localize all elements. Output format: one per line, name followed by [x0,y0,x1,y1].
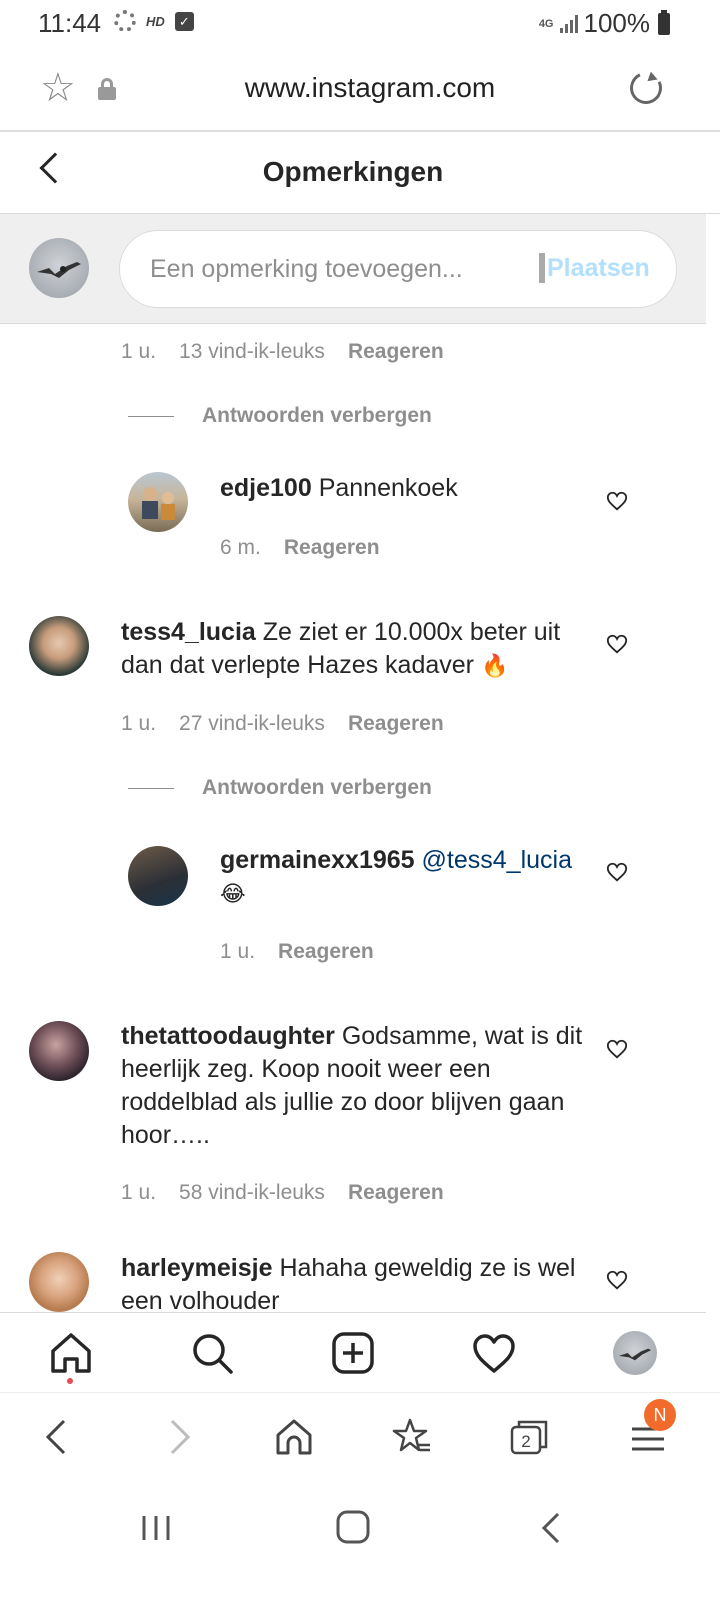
profile-avatar[interactable] [613,1331,657,1375]
battery-percentage: 100% [583,8,651,38]
user-avatar[interactable] [29,1021,89,1081]
comment-username[interactable]: thetattoodaughter [121,1022,335,1050]
like-heart-icon[interactable] [606,633,628,655]
user-avatar[interactable] [29,616,89,676]
network-icon: 4G [538,17,554,30]
reply-meta: 6 m. Reageren [220,536,380,560]
user-avatar[interactable] [128,472,188,532]
reply-time: 1 u. [220,940,256,963]
like-heart-icon[interactable] [606,861,628,883]
comment-time: 1 u. [121,712,157,735]
home-icon[interactable] [49,1331,93,1375]
text-cursor [539,253,545,283]
post-comment-button[interactable]: Plaatsen [547,254,650,283]
reply-button[interactable]: Reageren [348,712,444,736]
status-bar: 11:44 HD ✓ 4G 100% [0,0,720,46]
tabs-count: 2 [521,1432,530,1451]
hide-replies-label[interactable]: Antwoorden verbergen [202,776,432,800]
new-post-icon[interactable] [331,1331,375,1375]
url-field[interactable]: www.instagram.com [0,72,720,104]
hd-icon: HD [146,13,165,29]
reply-time: 6 m. [220,536,261,559]
sync-icon [114,10,136,32]
activity-heart-icon[interactable] [472,1331,516,1375]
comment-likes[interactable]: 13 vind-ik-leuks [179,340,325,364]
like-heart-icon[interactable] [606,490,628,512]
comment-input[interactable]: Een opmerking toevoegen... Plaatsen [119,230,677,308]
instagram-bottom-nav [0,1312,706,1392]
recent-apps-icon[interactable] [138,1510,174,1546]
hide-replies-button[interactable]: Antwoorden verbergen [128,404,432,428]
comment-input-row: Een opmerking toevoegen... Plaatsen [0,214,706,324]
hide-replies-label[interactable]: Antwoorden verbergen [202,404,432,428]
comment-username[interactable]: tess4_lucia [121,618,256,646]
browser-home-icon[interactable] [274,1417,314,1457]
search-icon[interactable] [190,1331,234,1375]
signal-icon [559,14,578,33]
browser-url-bar: ☆ www.instagram.com [0,46,720,132]
tabs-icon[interactable]: 2 [509,1417,549,1457]
hide-replies-button[interactable]: Antwoorden verbergen [128,776,432,800]
like-heart-icon[interactable] [606,1038,628,1060]
reply-text: germainexx1965 @tess4_lucia 😂 [220,844,590,911]
reply-username[interactable]: germainexx1965 [220,846,415,874]
reply-username[interactable]: edje100 [220,474,312,502]
comment-text: tess4_lucia Ze ziet er 10.000x beter uit… [121,616,591,683]
browser-toolbar: 2 N [0,1392,720,1482]
comment-time: 1 u. [121,1181,157,1204]
browser-forward-icon[interactable] [158,1417,198,1457]
like-heart-icon[interactable] [606,1269,628,1291]
comment-input-placeholder[interactable]: Een opmerking toevoegen... [150,255,463,284]
comment-meta: 1 u. 27 vind-ik-leuks Reageren [121,712,444,736]
battery-icon [658,9,670,35]
reply-button[interactable]: Reageren [284,536,380,560]
page-title: Opmerkingen [262,156,444,187]
comments-header: Opmerkingen [0,132,720,214]
reply-text: edje100 Pannenkoek [220,472,580,505]
laughing-emoji: 😂 [220,882,246,907]
menu-notification-badge: N [644,1399,676,1431]
reply-body: Pannenkoek [318,474,458,502]
comments-list[interactable]: 1 u. 13 vind-ik-leuks Reageren Antwoorde… [0,324,706,1312]
user-avatar[interactable] [29,1252,89,1312]
status-time: 11:44 [38,8,102,38]
comment-likes[interactable]: 27 vind-ik-leuks [179,712,325,736]
user-avatar[interactable] [128,846,188,906]
comment-text: thetattoodaughter Godsamme, wat is dit h… [121,1020,591,1152]
comment-meta: 1 u. 58 vind-ik-leuks Reageren [121,1181,444,1205]
fire-emoji: 🔥 [480,654,509,679]
comment-username[interactable]: harleymeisje [121,1254,273,1282]
current-user-avatar [29,238,89,298]
home-notification-dot [67,1378,73,1384]
checkbox-notification-icon: ✓ [174,11,194,31]
reply-meta: 1 u. Reageren [220,940,374,964]
bookmarks-icon[interactable] [392,1417,432,1457]
system-back-icon[interactable] [534,1510,570,1546]
comment-likes[interactable]: 58 vind-ik-leuks [179,1181,325,1205]
mention-link[interactable]: @tess4_lucia [422,846,572,874]
reply-button[interactable]: Reageren [348,340,444,364]
system-home-icon[interactable] [334,1508,372,1546]
comment-time: 1 u. [121,340,157,363]
browser-back-icon[interactable] [38,1417,78,1457]
comment-meta: 1 u. 13 vind-ik-leuks Reageren [121,340,444,364]
reply-button[interactable]: Reageren [278,940,374,964]
comment-text: harleymeisje Hahaha geweldig ze is wel e… [121,1252,591,1312]
system-navigation-bar [0,1482,720,1600]
reply-button[interactable]: Reageren [348,1181,444,1205]
